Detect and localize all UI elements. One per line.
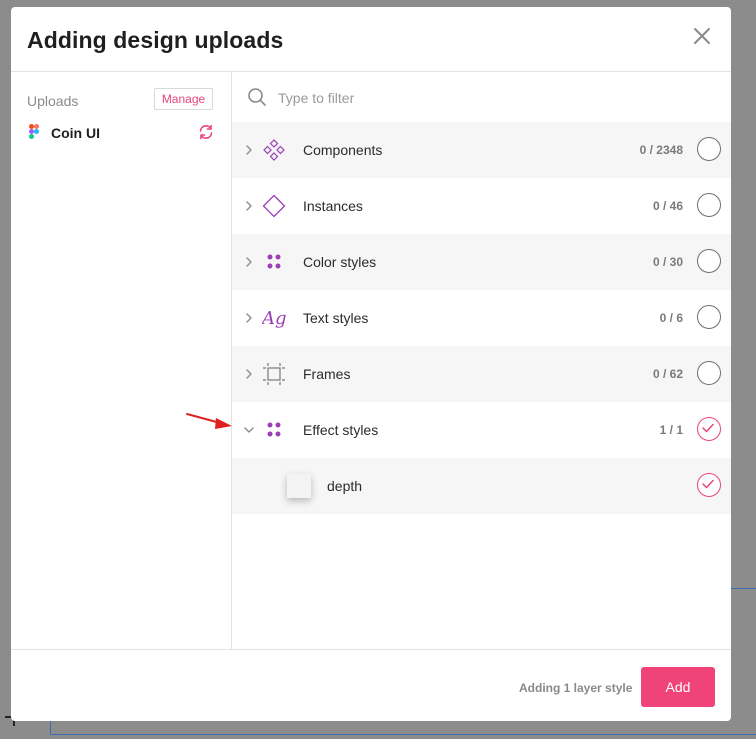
category-label: Components (303, 142, 383, 158)
effect-styles-icon (267, 422, 281, 437)
style-item-label: depth (327, 478, 363, 494)
category-row-effect-styles[interactable]: Effect styles 1 / 1 (232, 402, 731, 458)
modal-footer: Adding 1 layer style Add (11, 649, 731, 721)
category-row-text-styles[interactable]: Ag Text styles 0 / 6 (232, 290, 731, 346)
category-label: Color styles (303, 254, 377, 270)
category-count: 0 / 6 (659, 311, 683, 325)
select-all-checkbox[interactable] (697, 249, 721, 273)
add-button[interactable]: Add (641, 667, 715, 707)
select-all-checkbox[interactable] (697, 193, 721, 217)
category-label: Instances (303, 198, 363, 214)
category-label: Text styles (303, 310, 369, 326)
chevron-down-icon[interactable] (242, 423, 256, 437)
category-count: 0 / 30 (652, 255, 683, 269)
category-row-components[interactable]: Components 0 / 2348 (232, 122, 731, 178)
select-all-checkbox[interactable] (697, 305, 721, 329)
select-all-checkbox-checked[interactable] (697, 417, 721, 441)
adding-design-uploads-modal: Adding design uploads Uploads Manage Coi… (11, 7, 731, 721)
close-button[interactable] (691, 25, 713, 47)
frame-icon (263, 363, 285, 385)
item-checkbox-checked[interactable] (697, 473, 721, 497)
background-guide-line (50, 734, 756, 735)
search-icon (248, 88, 266, 106)
color-styles-icon (267, 254, 281, 269)
background-guide-line (730, 588, 756, 589)
upload-item-coin-ui[interactable]: Coin UI (27, 122, 217, 144)
filter-input[interactable] (276, 86, 700, 110)
chevron-right-icon[interactable] (242, 367, 256, 381)
category-label: Effect styles (303, 422, 379, 438)
category-row-instances[interactable]: Instances 0 / 46 (232, 178, 731, 234)
modal-title: Adding design uploads (27, 27, 284, 53)
text-styles-icon: Ag (262, 308, 286, 329)
chevron-right-icon[interactable] (242, 199, 256, 213)
uploads-label: Uploads (27, 93, 79, 109)
uploads-sidebar: Uploads Manage Coin UI (11, 72, 232, 649)
manage-button[interactable]: Manage (154, 88, 213, 110)
category-count: 0 / 2348 (639, 143, 683, 157)
category-label: Frames (303, 366, 351, 382)
chevron-right-icon[interactable] (242, 311, 256, 325)
select-all-checkbox[interactable] (697, 361, 721, 385)
category-row-color-styles[interactable]: Color styles 0 / 30 (232, 234, 731, 290)
effect-preview-swatch (287, 474, 311, 498)
check-icon (702, 423, 714, 433)
selection-status: Adding 1 layer style (519, 681, 633, 695)
style-item-depth[interactable]: depth (232, 458, 731, 514)
figma-icon (29, 124, 39, 139)
categories-panel: Components 0 / 2348 Instances 0 / 46 Col… (232, 72, 731, 649)
chevron-right-icon[interactable] (242, 143, 256, 157)
red-arrow-annotation-icon (186, 413, 232, 429)
category-count: 0 / 46 (652, 199, 683, 213)
select-all-checkbox[interactable] (697, 137, 721, 161)
instance-icon (262, 194, 286, 218)
category-count: 0 / 62 (652, 367, 683, 381)
modal-header: Adding design uploads (11, 7, 731, 72)
category-row-frames[interactable]: Frames 0 / 62 (232, 346, 731, 402)
sync-icon[interactable] (197, 123, 215, 141)
filter-bar (232, 72, 731, 122)
svg-text:Ag: Ag (262, 308, 286, 329)
chevron-right-icon[interactable] (242, 255, 256, 269)
close-icon (694, 28, 710, 44)
components-icon (263, 139, 285, 161)
check-icon (702, 479, 714, 489)
category-count: 1 / 1 (659, 423, 683, 437)
upload-name: Coin UI (51, 125, 100, 141)
